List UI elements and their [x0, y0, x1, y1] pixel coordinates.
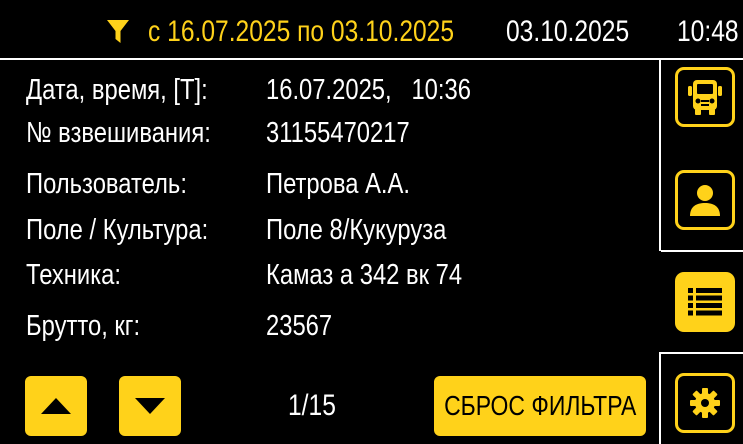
field-value: Камаз а 342 вк 74	[266, 259, 463, 291]
field-value: 23567	[266, 310, 333, 342]
field-label: Техника:	[26, 259, 121, 291]
current-date: 03.10.2025	[506, 15, 630, 48]
field-value: 31155470217	[266, 117, 410, 149]
sidebar-divider	[661, 250, 743, 252]
field-label: Пользователь:	[26, 168, 187, 200]
filter-range-text[interactable]: с 16.07.2025 по 03.10.2025	[148, 14, 521, 50]
field-label: Дата, время, [Т]:	[26, 74, 208, 106]
previous-record-button[interactable]	[25, 376, 87, 436]
list-icon	[688, 288, 722, 316]
status-bar: с 16.07.2025 по 03.10.2025 03.10.2025 10…	[0, 0, 743, 58]
field-value: Поле 8/Кукуруза	[266, 214, 447, 246]
field-value: 16.07.2025, 10:36	[266, 74, 471, 106]
field-value: Петрова А.А.	[266, 168, 411, 200]
user-icon	[690, 185, 720, 216]
truck-icon	[688, 80, 722, 115]
arrow-up-icon	[41, 398, 71, 414]
sidebar-divider	[659, 352, 661, 444]
current-time: 10:48	[677, 15, 739, 48]
field-label: Брутто, кг:	[26, 310, 141, 342]
field-label: № взвешивания:	[26, 117, 211, 149]
sidebar-item-records[interactable]	[675, 272, 735, 332]
filter-icon	[107, 20, 129, 43]
header-divider	[0, 58, 743, 60]
sidebar-divider	[659, 60, 661, 251]
sidebar-divider	[661, 352, 743, 354]
gear-icon	[690, 388, 720, 418]
field-label: Поле / Культура:	[26, 214, 209, 246]
sidebar-item-users[interactable]	[675, 170, 735, 230]
page-indicator: 1/15	[288, 389, 336, 422]
sidebar-item-vehicles[interactable]	[675, 67, 735, 127]
next-record-button[interactable]	[119, 376, 181, 436]
sidebar-item-settings[interactable]	[675, 373, 735, 433]
reset-filter-button[interactable]: СБРОС ФИЛЬТРА	[434, 376, 646, 436]
arrow-down-icon	[135, 398, 165, 414]
